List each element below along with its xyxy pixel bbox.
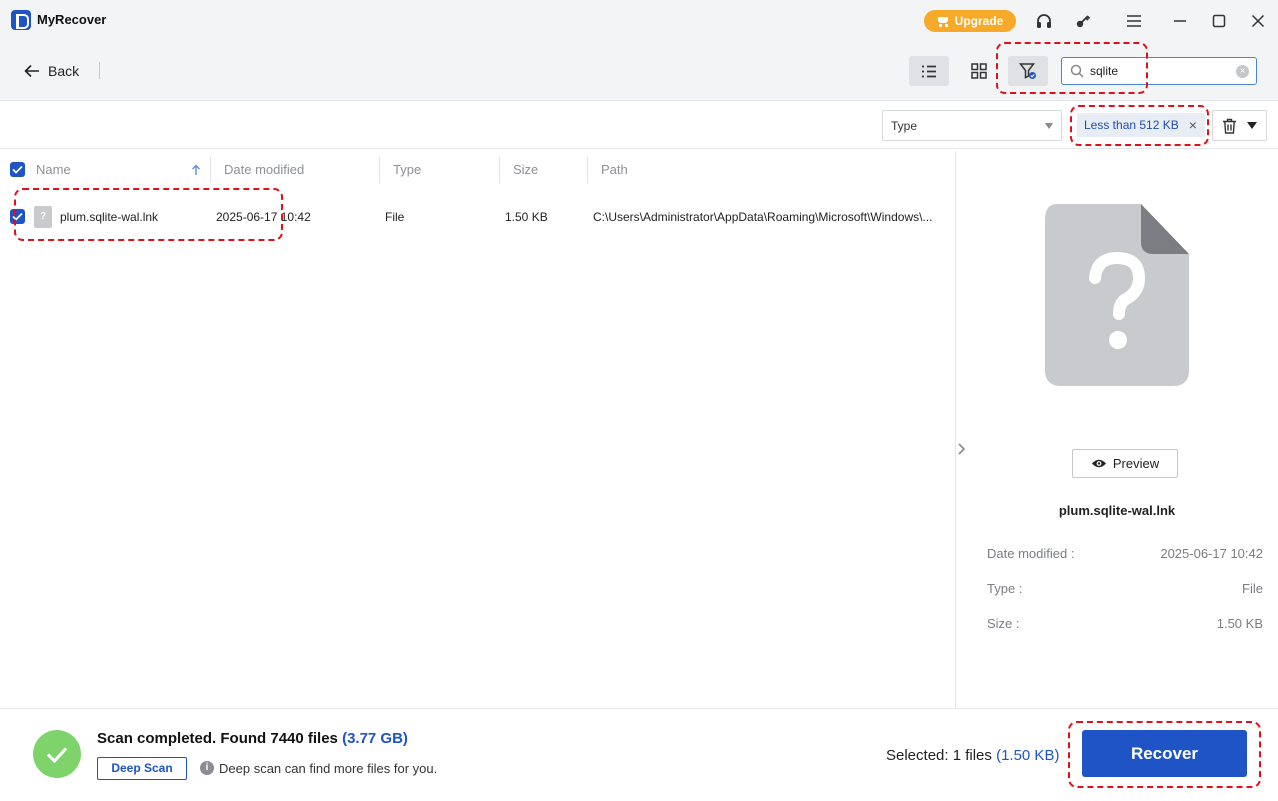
column-header-date[interactable]: Date modified bbox=[224, 151, 304, 189]
list-view-icon bbox=[922, 65, 936, 77]
column-header-name[interactable]: Name bbox=[36, 151, 71, 189]
preview-file-name: plum.sqlite-wal.lnk bbox=[1058, 503, 1176, 518]
selection-size: (1.50 KB) bbox=[996, 747, 1060, 764]
caret-down-icon[interactable] bbox=[1247, 122, 1257, 129]
table-header: Name Date modified Type Size Path bbox=[0, 151, 955, 189]
deep-scan-button[interactable]: Deep Scan bbox=[97, 757, 187, 780]
column-header-path[interactable]: Path bbox=[601, 151, 628, 189]
list-view-button[interactable] bbox=[909, 56, 949, 86]
grid-view-button[interactable] bbox=[959, 56, 999, 86]
toolbar-divider bbox=[99, 62, 100, 79]
preview-date-label: Date modified : bbox=[987, 546, 1075, 561]
preview-type-label: Type : bbox=[987, 581, 1023, 596]
annotation-box bbox=[996, 42, 1148, 94]
back-label: Back bbox=[48, 63, 80, 79]
preview-label: Preview bbox=[1112, 456, 1160, 471]
minimize-icon[interactable] bbox=[1170, 11, 1190, 31]
app-title: MyRecover bbox=[37, 12, 107, 27]
key-icon[interactable] bbox=[1073, 11, 1093, 31]
back-button[interactable]: Back bbox=[24, 61, 79, 81]
selection-count: Selected: 1 files bbox=[886, 747, 992, 764]
deep-scan-hint: Deep scan can find more files for you. bbox=[219, 761, 438, 776]
grid-view-icon bbox=[971, 63, 987, 79]
annotation-box bbox=[14, 188, 283, 241]
column-divider bbox=[379, 157, 380, 183]
column-header-size[interactable]: Size bbox=[513, 151, 538, 189]
upgrade-label: Upgrade bbox=[954, 14, 1004, 28]
chevron-down-icon bbox=[1045, 123, 1053, 129]
preview-size-value: 1.50 KB bbox=[1216, 616, 1263, 631]
close-icon[interactable] bbox=[1248, 11, 1268, 31]
trash-icon bbox=[1223, 118, 1236, 134]
scan-status-text: Scan completed. Found 7440 files bbox=[97, 730, 338, 747]
file-size: 1.50 KB bbox=[505, 210, 548, 224]
column-divider bbox=[210, 157, 211, 183]
headset-icon[interactable] bbox=[1034, 11, 1054, 31]
column-divider bbox=[499, 157, 500, 183]
unknown-file-preview-icon bbox=[1045, 204, 1189, 386]
arrow-left-icon bbox=[24, 64, 39, 78]
upgrade-button[interactable]: Upgrade bbox=[924, 10, 1016, 32]
selection-summary: Selected: 1 files (1.50 KB) bbox=[886, 747, 1059, 764]
scan-total-size: (3.77 GB) bbox=[342, 730, 408, 747]
file-type: File bbox=[385, 210, 405, 224]
preview-type-value: File bbox=[1242, 581, 1263, 596]
maximize-icon[interactable] bbox=[1209, 11, 1229, 31]
select-all-checkbox[interactable] bbox=[10, 162, 25, 177]
column-header-type[interactable]: Type bbox=[393, 151, 421, 189]
type-filter-select[interactable]: Type bbox=[882, 110, 1062, 141]
file-path: C:\Users\Administrator\AppData\Roaming\M… bbox=[593, 210, 933, 224]
filter-row-divider bbox=[0, 148, 1278, 149]
scan-status: Scan completed. Found 7440 files (3.77 G… bbox=[97, 730, 408, 747]
cart-icon bbox=[937, 16, 950, 27]
annotation-box bbox=[1068, 721, 1261, 788]
menu-icon[interactable] bbox=[1124, 11, 1144, 31]
check-circle-icon bbox=[33, 730, 81, 778]
preview-size-label: Size : bbox=[987, 616, 1020, 631]
app-logo-icon bbox=[11, 10, 31, 30]
chevron-right-icon[interactable] bbox=[955, 441, 967, 457]
clear-search-icon[interactable]: × bbox=[1236, 65, 1249, 78]
sort-ascending-icon[interactable] bbox=[191, 164, 201, 176]
panel-divider bbox=[955, 151, 956, 708]
info-icon: i bbox=[200, 761, 214, 775]
preview-date-value: 2025-06-17 10:42 bbox=[1160, 546, 1263, 561]
clear-filters-button[interactable] bbox=[1212, 110, 1267, 141]
column-divider bbox=[587, 157, 588, 183]
preview-button[interactable]: Preview bbox=[1072, 449, 1178, 478]
type-filter-value: Type bbox=[891, 119, 918, 133]
eye-icon bbox=[1091, 459, 1106, 468]
annotation-box bbox=[1070, 105, 1209, 146]
